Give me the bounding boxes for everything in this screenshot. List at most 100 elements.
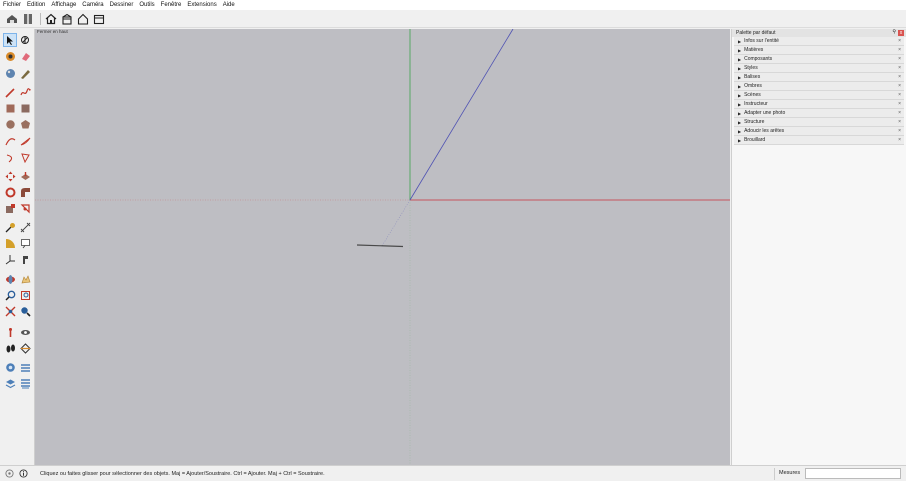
offset-icon[interactable] <box>18 201 32 215</box>
protractor-icon[interactable] <box>3 236 17 250</box>
close-icon[interactable]: × <box>898 38 901 44</box>
info-icon[interactable] <box>18 469 28 479</box>
axes-icon[interactable] <box>3 252 17 266</box>
panel-match-photo[interactable]: ▶ Adapter une photo × <box>734 109 904 118</box>
polygon-icon[interactable] <box>18 117 32 131</box>
top-toolbar <box>0 10 906 28</box>
panel-fog[interactable]: ▶ Brouillard × <box>734 136 904 145</box>
menu-extensions[interactable]: Extensions <box>187 0 216 10</box>
previous-view-icon[interactable] <box>18 304 32 318</box>
close-icon[interactable]: × <box>898 74 901 80</box>
close-icon[interactable]: × <box>898 119 901 125</box>
panel-label: Balises <box>744 74 761 80</box>
scale-icon[interactable] <box>3 201 17 215</box>
menu-edition[interactable]: Edition <box>27 0 45 10</box>
look-around-icon[interactable] <box>18 325 32 339</box>
expand-arrow-icon: ▶ <box>738 56 742 62</box>
menu-aide[interactable]: Aide <box>223 0 235 10</box>
two-point-arc-icon[interactable] <box>18 134 32 148</box>
dimension-icon[interactable] <box>18 220 32 234</box>
default-tray: Palette par défaut ⚲ x ▶ Infos sur l'enti… <box>731 29 906 465</box>
pin-icon[interactable]: ⚲ <box>892 29 896 35</box>
three-point-arc-icon[interactable] <box>3 150 17 164</box>
panel-shadows[interactable]: ▶ Ombres × <box>734 82 904 91</box>
layout-icon[interactable] <box>3 376 17 390</box>
eraser-icon[interactable] <box>18 49 32 63</box>
expand-arrow-icon: ▶ <box>738 38 742 44</box>
freehand-icon[interactable] <box>18 85 32 99</box>
close-icon[interactable]: × <box>898 101 901 107</box>
move-icon[interactable] <box>3 169 17 183</box>
pan-icon[interactable] <box>18 272 32 286</box>
window-icon[interactable] <box>92 12 106 26</box>
pencil-icon[interactable] <box>3 85 17 99</box>
panel-label: Scènes <box>744 92 761 98</box>
expand-arrow-icon: ▶ <box>738 47 742 53</box>
components-icon[interactable] <box>21 12 35 26</box>
panel-label: Infos sur l'entité <box>744 38 779 44</box>
orbit-icon[interactable] <box>3 272 17 286</box>
extension-warehouse-icon[interactable] <box>18 360 32 374</box>
panel-soften-edges[interactable]: ▶ Adoucir les arêtes × <box>734 127 904 136</box>
geo-location-icon[interactable] <box>4 469 14 479</box>
follow-me-icon[interactable] <box>18 185 32 199</box>
make-component-icon[interactable] <box>3 49 17 63</box>
model-edge[interactable] <box>356 244 404 248</box>
close-icon[interactable]: × <box>898 137 901 143</box>
close-icon[interactable]: × <box>898 56 901 62</box>
panel-outliner[interactable]: ▶ Structure × <box>734 118 904 127</box>
menu-affichage[interactable]: Affichage <box>51 0 76 10</box>
warehouse-icon[interactable] <box>5 12 19 26</box>
menu-bar: Fichier Edition Affichage Caméra Dessine… <box>0 0 906 10</box>
close-icon[interactable]: × <box>898 83 901 89</box>
menu-outils[interactable]: Outils <box>139 0 154 10</box>
walk-icon[interactable] <box>3 341 17 355</box>
zoom-window-icon[interactable] <box>18 288 32 302</box>
drawing-viewport[interactable]: Fermer en haut <box>35 29 730 465</box>
menu-dessiner[interactable]: Dessiner <box>110 0 134 10</box>
close-icon[interactable]: × <box>898 128 901 134</box>
panel-instructor[interactable]: ▶ Instructeur × <box>734 100 904 109</box>
panel-entity-info[interactable]: ▶ Infos sur l'entité × <box>734 37 904 46</box>
close-icon[interactable]: x <box>898 30 904 36</box>
panel-components[interactable]: ▶ Composants × <box>734 55 904 64</box>
paint-bucket-icon[interactable] <box>3 66 17 80</box>
push-pull-icon[interactable] <box>18 169 32 183</box>
menu-fichier[interactable]: Fichier <box>3 0 21 10</box>
pie-icon[interactable] <box>18 150 32 164</box>
expand-arrow-icon: ▶ <box>738 74 742 80</box>
arc-icon[interactable] <box>3 134 17 148</box>
warehouse-3d-icon[interactable] <box>3 360 17 374</box>
panel-styles[interactable]: ▶ Styles × <box>734 64 904 73</box>
rotate-icon[interactable] <box>3 185 17 199</box>
tape-icon[interactable] <box>18 66 32 80</box>
close-icon[interactable]: × <box>898 110 901 116</box>
text-icon[interactable] <box>18 236 32 250</box>
tape-measure-icon[interactable] <box>3 220 17 234</box>
menu-camera[interactable]: Caméra <box>82 0 103 10</box>
select-arrow-icon[interactable] <box>3 33 17 47</box>
lasso-select-icon[interactable] <box>18 33 32 47</box>
zoom-extents-icon[interactable] <box>3 304 17 318</box>
house-icon[interactable] <box>60 12 74 26</box>
rotated-rectangle-icon[interactable] <box>18 101 32 115</box>
position-camera-icon[interactable] <box>3 325 17 339</box>
extension-manager-icon[interactable] <box>18 376 32 390</box>
panel-scenes[interactable]: ▶ Scènes × <box>734 91 904 100</box>
section-plane-icon[interactable] <box>18 341 32 355</box>
close-icon[interactable]: × <box>898 92 901 98</box>
status-message: Cliquez ou faites glisser pour sélection… <box>40 470 325 477</box>
panel-tags[interactable]: ▶ Balises × <box>734 73 904 82</box>
measurements-input[interactable] <box>805 468 901 479</box>
close-icon[interactable]: × <box>898 65 901 71</box>
close-icon[interactable]: × <box>898 47 901 53</box>
menu-fenetre[interactable]: Fenêtre <box>161 0 182 10</box>
panel-label: Styles <box>744 65 758 71</box>
panel-materials[interactable]: ▶ Matières × <box>734 46 904 55</box>
home-icon[interactable] <box>44 12 58 26</box>
rectangle-icon[interactable] <box>3 101 17 115</box>
3d-text-icon[interactable] <box>18 252 32 266</box>
house-outline-icon[interactable] <box>76 12 90 26</box>
circle-icon[interactable] <box>3 117 17 131</box>
zoom-icon[interactable] <box>3 288 17 302</box>
